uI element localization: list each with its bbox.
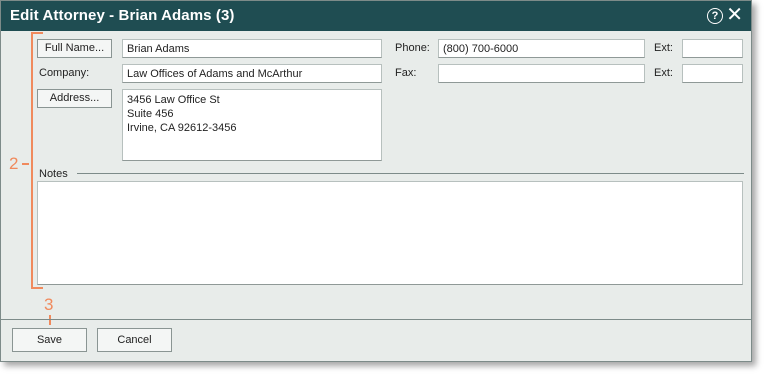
annotation-label-2: 2 xyxy=(9,154,19,173)
fax-label: Fax: xyxy=(395,67,417,79)
phone-field[interactable]: (800) 700-6000 xyxy=(438,39,645,58)
phone-ext-field[interactable] xyxy=(682,39,743,58)
close-icon[interactable]: ✕ xyxy=(726,4,743,26)
save-button[interactable]: Save xyxy=(12,328,87,352)
phone-label: Phone: xyxy=(395,42,430,54)
phone-ext-label: Ext: xyxy=(654,42,673,54)
annotation-bracket-tick xyxy=(22,163,29,165)
fax-ext-field[interactable] xyxy=(682,64,743,83)
notes-label: Notes xyxy=(39,168,68,180)
annotation-pointer-line xyxy=(49,315,51,325)
address-button[interactable]: Address... xyxy=(37,89,112,108)
fax-ext-label: Ext: xyxy=(654,67,673,79)
full-name-button[interactable]: Full Name... xyxy=(37,39,112,58)
full-name-field[interactable]: Brian Adams xyxy=(122,39,382,58)
company-field[interactable]: Law Offices of Adams and McArthur xyxy=(122,64,382,83)
annotation-bracket xyxy=(31,32,33,289)
notes-field[interactable] xyxy=(37,181,743,285)
edit-attorney-dialog: Edit Attorney - Brian Adams (3) ? ✕ Full… xyxy=(0,0,752,362)
annotation-bracket-bottom xyxy=(31,287,43,289)
annotation-bracket-top xyxy=(31,32,43,34)
help-icon[interactable]: ? xyxy=(707,8,723,24)
company-label: Company: xyxy=(39,67,90,79)
cancel-button[interactable]: Cancel xyxy=(97,328,172,352)
window-title: Edit Attorney - Brian Adams (3) xyxy=(10,7,235,24)
fax-field[interactable] xyxy=(438,64,645,83)
notes-divider xyxy=(77,173,744,174)
title-bar: Edit Attorney - Brian Adams (3) ? ✕ xyxy=(1,1,751,31)
address-field[interactable]: 3456 Law Office St Suite 456 Irvine, CA … xyxy=(122,89,382,161)
footer-separator xyxy=(1,319,751,320)
annotation-label-3: 3 xyxy=(44,295,54,314)
